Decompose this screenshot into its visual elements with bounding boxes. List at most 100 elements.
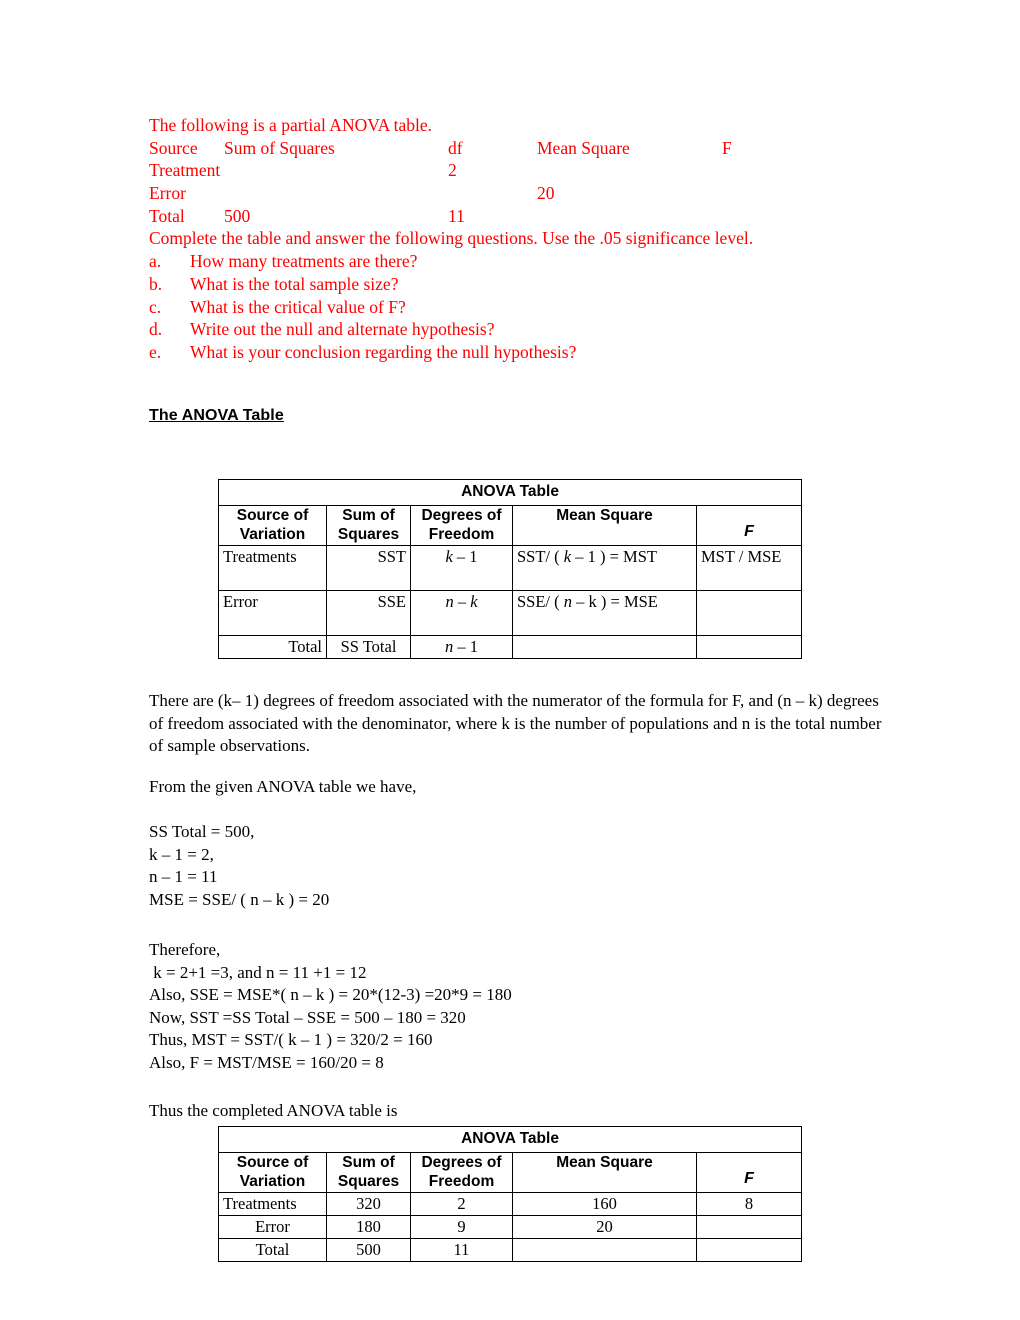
table-row: Error SSE n – k SSE/ ( n – k ) = MSE <box>218 590 803 636</box>
cell-df-expression: – k <box>453 592 478 611</box>
given-intro-text: From the given ANOVA table we have, <box>149 777 417 796</box>
document-page: The following is a partial ANOVA table. … <box>0 0 1020 1320</box>
cell-f: MST / MSE <box>695 545 803 591</box>
anova-table-completed: ANOVA Table Source of Variation Sum of S… <box>217 1126 803 1262</box>
header-degrees-of-freedom: Degrees of Freedom <box>410 1152 513 1193</box>
given-value-line: SS Total = 500, <box>149 822 255 841</box>
cell-sum-of-squares: 180 <box>326 1215 411 1239</box>
question-text: What is your conclusion regarding the nu… <box>190 341 577 362</box>
partial-table-row-total: Total 500 11 <box>149 205 889 228</box>
cell-mean-square: 160 <box>512 1192 697 1216</box>
header-f: F <box>695 1152 803 1193</box>
question-item-d: d. Write out the null and alternate hypo… <box>149 318 889 341</box>
header-mean-square: Mean Square <box>512 505 697 546</box>
cell-mean-square <box>512 635 697 659</box>
partial-header-df: df <box>448 137 463 158</box>
header-mean-square: Mean Square <box>512 1152 697 1193</box>
partial-row-df: 2 <box>448 160 457 181</box>
therefore-block: Therefore, k = 2+1 =3, and n = 11 +1 = 1… <box>149 939 891 1075</box>
partial-row-source: Treatment <box>149 160 221 181</box>
cell-source: Total <box>218 635 327 659</box>
cell-source: Total <box>218 1238 327 1262</box>
cell-ms-variable: k <box>563 547 572 566</box>
df-explanation-text: There are (k– 1) degrees of freedom asso… <box>149 691 886 756</box>
therefore-label: Therefore, <box>149 940 221 959</box>
cell-df-variable: n <box>445 637 454 656</box>
header-sum-of-squares: Sum of Squares <box>326 505 411 546</box>
table-row: Total SS Total n – 1 <box>218 635 803 659</box>
question-marker: a. <box>149 251 162 272</box>
cell-df-variable: k <box>445 547 453 566</box>
table-row: Error 180 9 20 <box>218 1215 803 1239</box>
cell-sum-of-squares: SS Total <box>326 635 411 659</box>
cell-source: Treatments <box>218 1192 327 1216</box>
header-line-2: Squares <box>337 1172 400 1190</box>
anova-table-title: ANOVA Table <box>217 1126 803 1153</box>
therefore-line: Also, SSE = MSE*( n – k ) = 20*(12-3) =2… <box>149 985 512 1005</box>
therefore-line: Also, F = MST/MSE = 160/20 = 8 <box>149 1052 384 1072</box>
cell-source: Error <box>218 1215 327 1239</box>
partial-header-source: Source <box>149 137 198 158</box>
partial-table-row-error: Error 20 <box>149 182 889 205</box>
problem-statement: The following is a partial ANOVA table. … <box>149 114 889 364</box>
cell-sum-of-squares: 500 <box>326 1238 411 1262</box>
partial-row-sum-of-squares: 500 <box>224 205 251 226</box>
cell-degrees-of-freedom: n – k <box>410 590 513 636</box>
given-value-line: MSE = SSE/ ( n – k ) = 20 <box>149 889 330 909</box>
header-line-2: Freedom <box>428 525 495 543</box>
header-line-1: Source of <box>236 507 309 524</box>
cell-df-expression: – 1 <box>452 547 478 566</box>
table-header-row: Source of Variation Sum of Squares Degre… <box>218 505 803 546</box>
completed-table-intro: Thus the completed ANOVA table is <box>149 1100 891 1123</box>
cell-source: Error <box>218 590 327 636</box>
cell-sum-of-squares: SST <box>326 545 411 591</box>
therefore-line: Now, SST =SS Total – SSE = 500 – 180 = 3… <box>149 1007 466 1027</box>
cell-source: Treatments <box>218 545 327 591</box>
cell-sum-of-squares: SSE <box>326 590 411 636</box>
table-header-row: Source of Variation Sum of Squares Degre… <box>218 1152 803 1193</box>
anova-table-title: ANOVA Table <box>217 479 803 506</box>
header-line-1: Degrees of <box>421 507 502 524</box>
partial-row-source: Total <box>149 205 185 226</box>
question-list: a. How many treatments are there? b. Wha… <box>149 250 889 363</box>
header-line-1: Sum of <box>342 507 395 524</box>
question-text: Write out the null and alternate hypothe… <box>190 319 495 340</box>
table-row: Total 500 11 <box>218 1238 803 1262</box>
question-marker: d. <box>149 319 163 340</box>
cell-mean-square: SSE/ ( n – k ) = MSE <box>512 590 697 636</box>
section-heading-anova-table: The ANOVA Table <box>149 407 284 424</box>
header-line-2: Variation <box>239 525 306 543</box>
cell-f: 8 <box>695 1192 803 1216</box>
cell-f <box>695 1215 803 1239</box>
table-row: ANOVA Table <box>217 1126 803 1153</box>
table-row: ANOVA Table <box>217 479 803 506</box>
partial-row-source: Error <box>149 183 186 204</box>
cell-degrees-of-freedom: 11 <box>410 1238 513 1262</box>
cell-ms-suffix: – 1 ) = MST <box>571 547 657 566</box>
partial-header-f: F <box>722 137 732 158</box>
cell-mean-square <box>512 1238 697 1262</box>
partial-row-mean-square: 20 <box>537 183 555 204</box>
cell-degrees-of-freedom: k – 1 <box>410 545 513 591</box>
partial-header-sum-of-squares: Sum of Squares <box>224 137 335 158</box>
given-value-line: n – 1 = 11 <box>149 867 218 887</box>
cell-ms-prefix: SSE/ ( <box>517 592 564 611</box>
cell-f <box>695 590 803 636</box>
partial-header-mean-square: Mean Square <box>537 137 630 158</box>
question-text: What is the total sample size? <box>190 273 399 294</box>
question-item-a: a. How many treatments are there? <box>149 250 889 273</box>
header-source-of-variation: Source of Variation <box>218 505 327 546</box>
question-marker: e. <box>149 341 162 362</box>
table-row: Treatments SST k – 1 SST/ ( k – 1 ) = MS… <box>218 545 803 591</box>
header-line-1: Sum of <box>342 1154 395 1171</box>
cell-df-expression: – 1 <box>453 637 478 656</box>
header-source-of-variation: Source of Variation <box>218 1152 327 1193</box>
problem-intro: The following is a partial ANOVA table. <box>149 115 433 135</box>
header-line-2: Freedom <box>428 1172 495 1190</box>
cell-ms-prefix: SST/ ( <box>517 547 564 566</box>
cell-ms-variable: n <box>563 592 573 611</box>
cell-f <box>695 1238 803 1262</box>
problem-instruction: Complete the table and answer the follow… <box>149 228 754 249</box>
cell-degrees-of-freedom: 2 <box>410 1192 513 1216</box>
given-value-line: k – 1 = 2, <box>149 844 214 864</box>
